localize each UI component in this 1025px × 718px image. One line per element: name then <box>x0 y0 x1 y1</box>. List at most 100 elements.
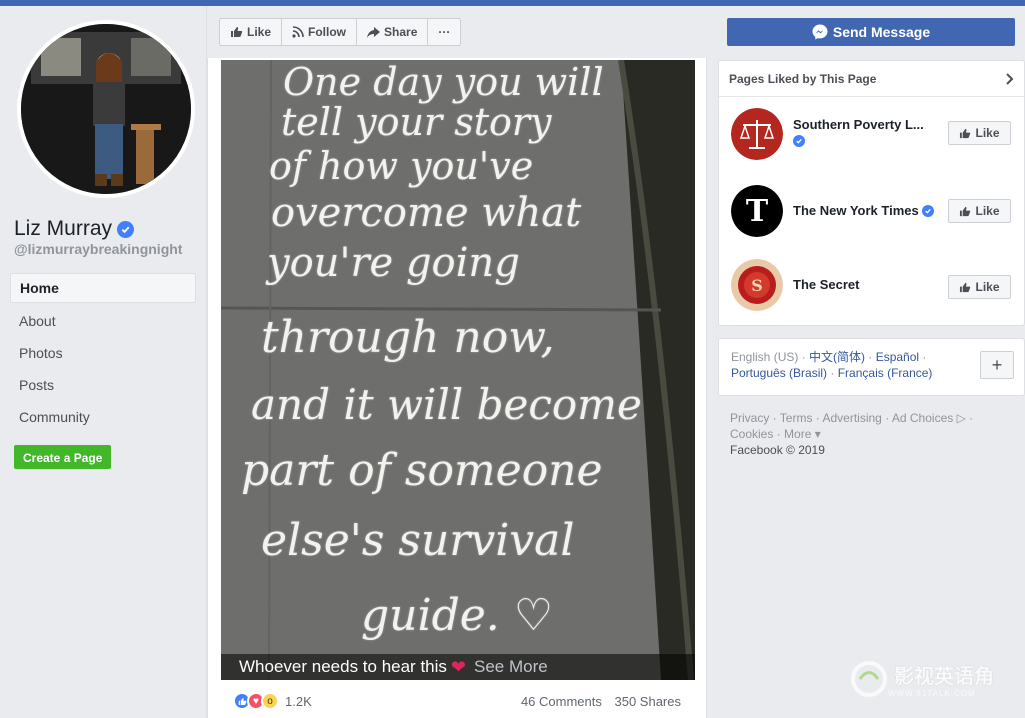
quote-line: guide. ♡ <box>361 590 554 641</box>
chalk-quote: One day you will tell your story of how … <box>221 60 695 680</box>
post-card: One day you will tell your story of how … <box>207 58 707 718</box>
ellipsis-icon: ··· <box>438 25 451 39</box>
like-button-label: Like <box>975 204 1000 218</box>
comments-count-link[interactable]: 46 Comments <box>521 694 602 709</box>
right-sidebar: Pages Liked by This Page Southern Povert… <box>718 60 1025 458</box>
language-links: English (US) · 中文(简体) · Español · Portug… <box>731 350 933 380</box>
svg-text:T: T <box>746 194 769 229</box>
page-title[interactable]: Liz Murray <box>14 217 112 241</box>
reaction-summary[interactable]: ♥ o 1.2K <box>233 692 312 710</box>
verified-badge-icon <box>921 204 934 217</box>
nav-item-posts[interactable]: Posts <box>10 369 196 401</box>
pages-liked-card: Pages Liked by This Page Southern Povert… <box>718 60 1025 326</box>
liked-page-name[interactable]: Southern Poverty L... <box>793 117 924 132</box>
profile-picture[interactable] <box>17 20 195 198</box>
svg-text:S: S <box>751 276 763 295</box>
quote-line: One day you will <box>283 60 604 104</box>
current-language: English (US) <box>731 350 799 364</box>
footer-link-ad-choices[interactable]: Ad Choices <box>892 411 953 425</box>
pages-liked-title: Pages Liked by This Page <box>729 71 877 86</box>
left-sidebar: Liz Murray @lizmurraybreakingnight Home … <box>0 6 207 718</box>
caption-text: Whoever needs to hear this <box>239 657 447 676</box>
thumbs-up-icon <box>960 206 971 216</box>
more-options-button[interactable]: ··· <box>428 19 460 45</box>
nav-item-community[interactable]: Community <box>10 401 196 433</box>
thumbs-up-icon <box>960 282 971 292</box>
like-button-label: Like <box>975 126 1000 140</box>
follow-button[interactable]: Follow <box>282 19 358 45</box>
page-nav: Home About Photos Posts Community <box>10 273 196 433</box>
language-link[interactable]: Português (Brasil) <box>731 366 827 380</box>
nav-item-home[interactable]: Home <box>10 273 196 303</box>
send-message-label: Send Message <box>832 24 931 40</box>
quote-line: else's survival <box>261 515 575 566</box>
add-language-button[interactable]: + <box>980 351 1014 379</box>
nav-item-photos[interactable]: Photos <box>10 337 196 369</box>
messenger-icon <box>812 24 828 40</box>
create-page-button[interactable]: Create a Page <box>14 445 112 469</box>
quote-line: tell your story <box>281 100 552 144</box>
footer-link-cookies[interactable]: Cookies <box>730 427 773 441</box>
liked-page-row: S The Secret Like <box>719 249 1024 325</box>
quote-line: through now, <box>261 312 555 363</box>
watermark-subtext: WWW.91TALK.COM <box>888 689 976 698</box>
thumbs-up-icon <box>231 27 243 37</box>
send-message-button[interactable]: Send Message <box>727 18 1015 46</box>
share-arrow-icon <box>367 26 381 38</box>
post-stats: 46 Comments 350 Shares <box>512 694 681 709</box>
liked-page-name[interactable]: The New York Times <box>793 203 919 218</box>
footer-link-terms[interactable]: Terms <box>780 411 813 425</box>
like-page-button[interactable]: Like <box>948 121 1011 145</box>
footer-link-privacy[interactable]: Privacy <box>730 411 769 425</box>
photo-caption: Whoever needs to hear this ❤ See More <box>221 654 695 680</box>
chevron-right-icon[interactable] <box>1006 72 1014 85</box>
site-watermark: 影视英语角 WWW.91TALK.COM <box>850 660 994 698</box>
follow-label: Follow <box>308 25 347 39</box>
post-photo[interactable]: One day you will tell your story of how … <box>221 60 695 680</box>
language-link[interactable]: 中文(简体) <box>809 350 865 364</box>
liked-page-row: Southern Poverty L... Like <box>719 97 1024 173</box>
language-link[interactable]: Español <box>876 350 919 364</box>
footer-link-advertising[interactable]: Advertising <box>822 411 881 425</box>
like-page-button[interactable]: Like <box>948 275 1011 299</box>
the-secret-logo[interactable]: S <box>731 259 783 311</box>
like-page-label: Like <box>247 25 272 39</box>
reaction-count: 1.2K <box>285 693 312 709</box>
language-card: English (US) · 中文(简体) · Español · Portug… <box>718 338 1025 396</box>
like-button-label: Like <box>975 280 1000 294</box>
splc-logo[interactable] <box>731 108 783 160</box>
thumbs-up-icon <box>960 128 971 138</box>
liked-page-row: T The New York Times Like <box>719 173 1024 249</box>
share-button[interactable]: Share <box>357 19 429 45</box>
shares-count-link[interactable]: 350 Shares <box>615 694 682 709</box>
nyt-logo[interactable]: T <box>731 185 783 237</box>
liked-page-name[interactable]: The Secret <box>793 277 859 292</box>
language-link[interactable]: Français (France) <box>838 366 933 380</box>
footer-links: Privacy · Terms · Advertising · Ad Choic… <box>718 410 998 458</box>
caret-down-icon: ▾ <box>814 427 821 441</box>
like-page-button[interactable]: Like <box>948 199 1011 223</box>
pages-liked-header[interactable]: Pages Liked by This Page <box>719 61 1024 97</box>
wow-reaction-icon: o <box>261 692 279 710</box>
quote-line: of how you've <box>269 144 534 188</box>
page-handle[interactable]: @lizmurraybreakingnight <box>14 241 182 257</box>
liked-page-name-wrap: The Secret <box>793 277 859 292</box>
quote-line: you're going <box>267 240 520 286</box>
watermark-text: 影视英语角 <box>894 666 994 688</box>
liked-page-name-wrap: The New York Times <box>793 203 934 218</box>
watermark-logo-icon <box>851 661 887 697</box>
plus-icon: + <box>991 354 1003 375</box>
footer-link-more[interactable]: More <box>784 427 811 441</box>
nav-item-about[interactable]: About <box>10 305 196 337</box>
quote-line: and it will become <box>251 380 642 429</box>
quote-line: part of someone <box>241 445 603 496</box>
share-label: Share <box>384 25 418 39</box>
like-page-button[interactable]: Like <box>220 19 283 45</box>
liked-page-name-wrap: Southern Poverty L... <box>793 117 924 147</box>
rss-icon <box>292 26 304 38</box>
see-more-link[interactable]: See More <box>474 657 548 677</box>
ad-choices-icon: ▷ <box>956 411 966 425</box>
page-action-toolbar: Like Follow Share ··· <box>219 18 462 46</box>
red-heart-icon: ❤ <box>450 656 466 677</box>
verified-badge-icon <box>793 135 805 147</box>
